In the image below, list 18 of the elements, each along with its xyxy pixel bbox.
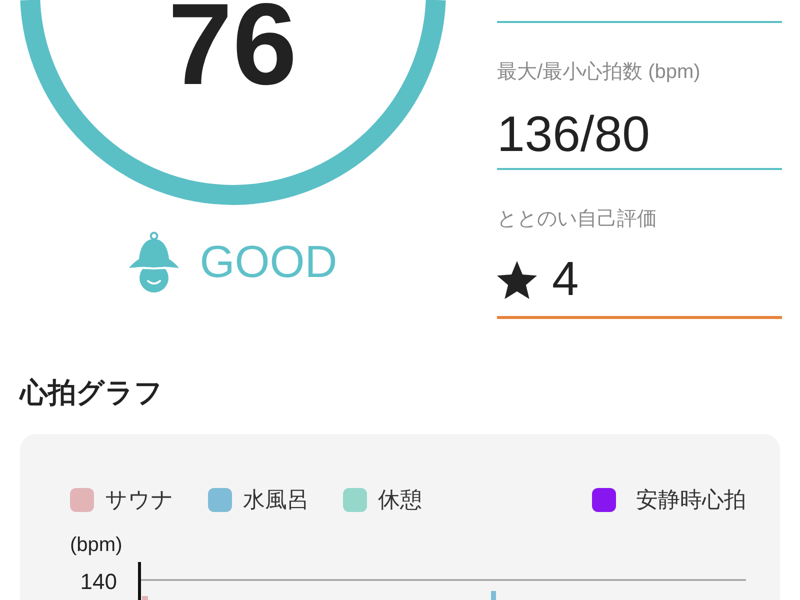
status-label: GOOD — [200, 236, 338, 288]
y-tick-label: 140 — [80, 569, 117, 595]
score-value: 76 — [168, 0, 298, 88]
legend-label: 水風呂 — [243, 486, 309, 514]
star-icon — [497, 261, 537, 299]
stat-label: ととのい自己評価 — [497, 207, 658, 232]
legend-label: 休憩 — [378, 486, 422, 514]
stat-value: 136/80 — [497, 105, 651, 164]
y-axis — [138, 562, 141, 600]
bell-mascot-icon — [128, 231, 180, 293]
rating-value: 4 — [552, 252, 579, 308]
legend-label: 安静時心拍 — [636, 486, 746, 514]
axis-unit-label: (bpm) — [70, 533, 122, 557]
stat-label: 最大/最小心拍数 (bpm) — [497, 60, 702, 85]
chart-bar — [142, 596, 148, 600]
chart-bar — [491, 591, 496, 600]
legend-label: サウナ — [105, 486, 174, 514]
section-title: 心拍グラフ — [20, 376, 163, 410]
